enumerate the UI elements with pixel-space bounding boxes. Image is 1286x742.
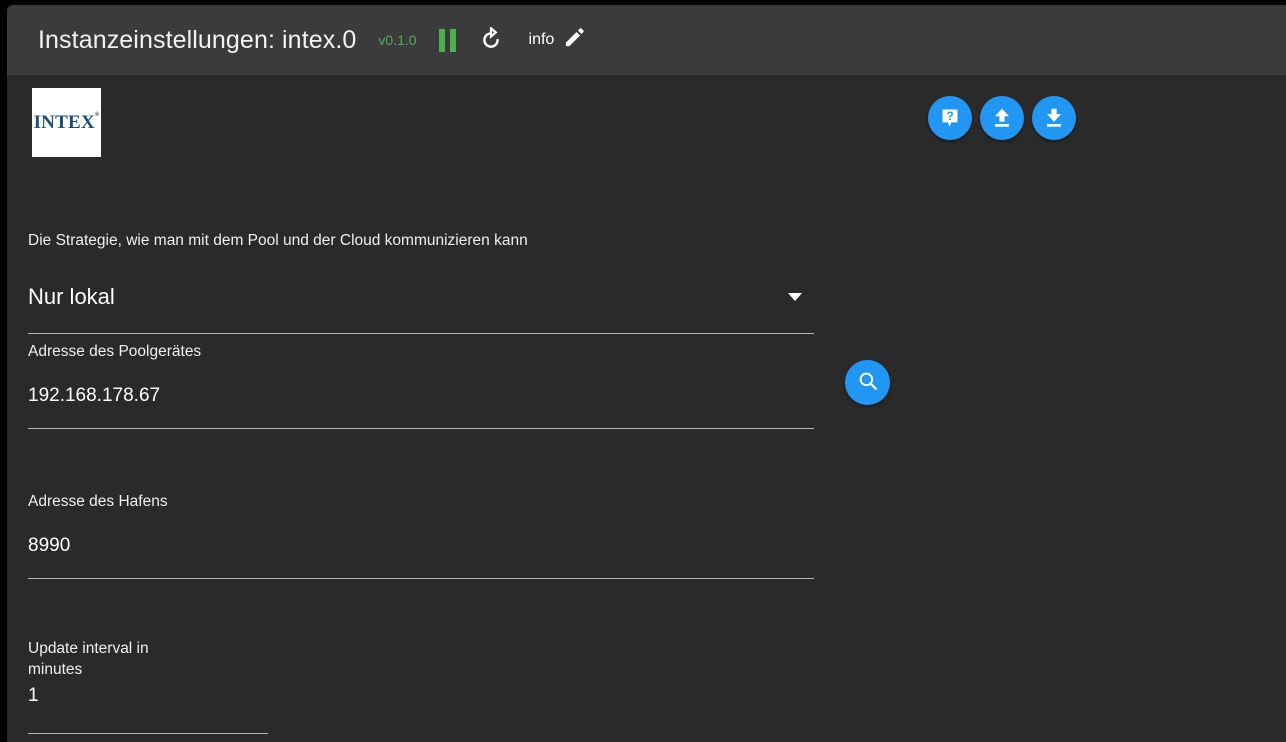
- upload-button[interactable]: [980, 96, 1024, 140]
- pool-address-field: Adresse des Poolgerätes 192.168.178.67: [28, 341, 814, 429]
- page-title: Instanzeinstellungen: intex.0: [38, 25, 357, 54]
- update-interval-field: Update interval in minutes 1: [28, 638, 268, 734]
- title-bar: Instanzeinstellungen: intex.0 v0.1.0 inf…: [7, 5, 1286, 75]
- intex-logo: INTEX®: [32, 88, 101, 157]
- upload-icon: [990, 106, 1014, 130]
- instance-settings-page: Instanzeinstellungen: intex.0 v0.1.0 inf…: [0, 0, 1286, 742]
- download-icon: [1042, 106, 1066, 130]
- restart-button[interactable]: [478, 23, 504, 57]
- strategy-field: Die Strategie, wie man mit dem Pool und …: [28, 230, 814, 334]
- pause-button[interactable]: [438, 23, 456, 57]
- svg-text:?: ?: [946, 109, 953, 123]
- chevron-down-icon: [788, 293, 802, 301]
- refresh-icon: [478, 27, 504, 53]
- help-button[interactable]: ?: [928, 96, 972, 140]
- strategy-label: Die Strategie, wie man mit dem Pool und …: [28, 232, 528, 249]
- update-interval-input[interactable]: 1: [28, 683, 268, 709]
- pool-address-label: Adresse des Poolgerätes: [28, 343, 202, 360]
- logo-trademark-symbol: ®: [94, 112, 100, 119]
- pool-address-input[interactable]: 192.168.178.67: [28, 383, 814, 409]
- search-icon: [857, 370, 879, 395]
- settings-content: INTEX® ? Die Strategie, wie man mit dem …: [7, 75, 1286, 742]
- edit-button[interactable]: [563, 26, 586, 54]
- download-button[interactable]: [1032, 96, 1076, 140]
- version-label: v0.1.0: [378, 32, 417, 48]
- action-button-group: ?: [928, 96, 1076, 140]
- strategy-select[interactable]: Nur lokal: [28, 283, 814, 311]
- help-icon: ?: [938, 106, 962, 130]
- search-button[interactable]: [845, 360, 890, 405]
- port-address-label: Adresse des Hafens: [28, 493, 168, 510]
- pool-address-underline: [28, 428, 814, 429]
- strategy-selected-value: Nur lokal: [28, 284, 115, 309]
- port-address-underline: [28, 578, 814, 579]
- port-address-field: Adresse des Hafens 8990: [28, 491, 814, 579]
- pencil-icon: [563, 26, 586, 54]
- update-interval-underline: [28, 733, 268, 734]
- update-interval-label: Update interval in minutes: [28, 640, 149, 678]
- pause-icon: [438, 28, 456, 52]
- port-address-input[interactable]: 8990: [28, 533, 814, 559]
- strategy-underline: [28, 333, 814, 334]
- logo-wordmark: INTEX: [33, 111, 95, 133]
- info-link[interactable]: info: [529, 31, 555, 49]
